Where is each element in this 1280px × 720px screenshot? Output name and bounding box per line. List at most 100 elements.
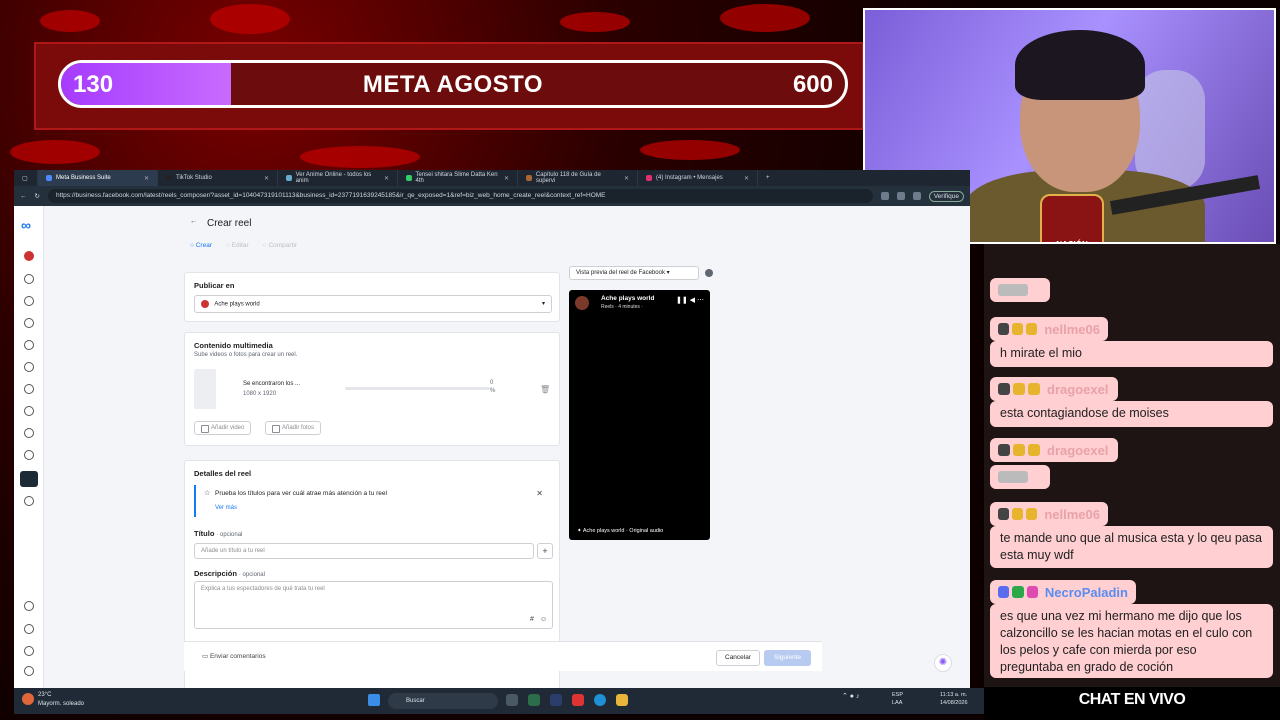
- file-explorer-icon[interactable]: [616, 694, 628, 706]
- next-button[interactable]: Siguiente: [764, 650, 812, 666]
- close-icon[interactable]: ✕: [536, 489, 543, 498]
- step-editar: ○ Editar: [226, 242, 249, 249]
- verify-button[interactable]: Verifique: [928, 190, 964, 202]
- star-icon: ☆: [204, 490, 211, 497]
- monetize-icon[interactable]: [24, 496, 34, 506]
- stepper: ○ Crear ○ Editar ○ Compartir: [190, 242, 297, 249]
- hashtag-icon[interactable]: #: [530, 616, 534, 623]
- chat-message: es que una vez mi hermano me dijo que lo…: [990, 604, 1273, 678]
- taskbar: 23°C Mayorm. soleado Buscar ⌃ ● ♪ ESP LA…: [14, 688, 984, 714]
- help-icon[interactable]: [24, 666, 34, 676]
- avatar[interactable]: [24, 251, 34, 261]
- extension-icon[interactable]: [896, 192, 905, 200]
- meta-logo-icon[interactable]: ∞: [21, 218, 37, 232]
- preview-account: Ache plays world: [601, 295, 655, 302]
- media-file-name: Se encontraron los ...: [243, 381, 301, 387]
- lang-bottom: LAA: [892, 700, 903, 706]
- assistant-icon[interactable]: ✺: [934, 654, 952, 672]
- preview-audio: ✦ Ache plays world · Original audio: [577, 528, 664, 534]
- back-icon[interactable]: ←: [20, 193, 27, 200]
- description-label-row: Descripción · opcional: [194, 569, 265, 578]
- upload-progress-pct: %: [490, 388, 496, 394]
- step-crear: ○ Crear: [190, 242, 212, 249]
- notifications-icon[interactable]: [24, 296, 34, 306]
- left-rail: ∞: [14, 206, 44, 688]
- account-select[interactable]: Ache plays world ▾: [194, 295, 552, 313]
- compass-icon[interactable]: [24, 318, 34, 328]
- media-app-icon[interactable]: [572, 694, 584, 706]
- preview-controls-icon[interactable]: ❚❚ ◀ ⋯: [676, 296, 704, 304]
- settings-icon[interactable]: [24, 646, 34, 656]
- edge-icon[interactable]: [594, 694, 606, 706]
- media-sub: Sube videos o fotos para crear un reel.: [194, 352, 298, 358]
- home-icon[interactable]: [24, 274, 34, 284]
- media-thumbnail: [194, 369, 216, 409]
- clock-time: 11:13 a. m.: [940, 692, 968, 698]
- tab-slime[interactable]: Tensei shitara Slime Datta Ken 4th ✕: [398, 170, 518, 186]
- preview-meta: Reels · 4 minutes ·: [601, 304, 643, 310]
- composer-footer: ▭ Enviar comentarios Cancelar Siguiente: [184, 641, 822, 671]
- step-compartir: ○ Compartir: [262, 242, 297, 249]
- cancel-button[interactable]: Cancelar: [716, 650, 761, 666]
- weather-temp: 23°C: [38, 692, 52, 698]
- windows-start-icon[interactable]: [368, 694, 380, 706]
- content-icon[interactable]: [24, 384, 34, 394]
- tray-icons[interactable]: ⌃ ● ♪: [842, 692, 859, 700]
- photoshop-icon[interactable]: [550, 694, 562, 706]
- tab-meta-business[interactable]: Meta Business Suite ✕: [38, 170, 158, 186]
- upload-progress-num: 0: [490, 380, 494, 386]
- upload-progress-bar: [345, 387, 490, 390]
- lang-top: ESP: [892, 692, 904, 698]
- trash-icon[interactable]: 🗑: [540, 385, 550, 394]
- title-label-row: Título · opcional: [194, 529, 243, 538]
- channel-logo: NACIÓNAKACHAN: [1040, 194, 1104, 242]
- taskbar-search[interactable]: Buscar: [388, 693, 498, 709]
- tab-actions-icon[interactable]: ▢: [14, 170, 38, 186]
- chat-message: h mirate el mio: [990, 341, 1273, 367]
- info-icon[interactable]: [705, 269, 713, 277]
- chat-message: esta contagiandose de moises: [990, 401, 1273, 427]
- see-more-link[interactable]: Ver más: [215, 505, 237, 511]
- title-input[interactable]: Añade un título a tu reel: [194, 543, 534, 559]
- weather-desc: Mayorm. soleado: [38, 701, 85, 707]
- add-photos-button[interactable]: Añadir fotos: [265, 421, 322, 435]
- search-icon[interactable]: [24, 624, 34, 634]
- url-field[interactable]: https://business.facebook.com/latest/ree…: [47, 189, 873, 203]
- feedback-link[interactable]: ▭ Enviar comentarios: [202, 652, 266, 660]
- posts-icon[interactable]: [24, 340, 34, 350]
- back-arrow-icon[interactable]: ←: [190, 218, 197, 225]
- menu-icon[interactable]: [20, 471, 38, 487]
- add-title-button[interactable]: +: [537, 543, 553, 559]
- chat-footer: CHAT EN VIVO: [984, 687, 1280, 720]
- insights-icon[interactable]: [24, 450, 34, 460]
- task-view-icon[interactable]: [506, 694, 518, 706]
- preview-avatar: [575, 296, 589, 310]
- calendar-icon[interactable]: [24, 406, 34, 416]
- media-card: Contenido multimedia Sube videos o fotos…: [184, 332, 560, 446]
- reload-icon[interactable]: ↻: [35, 192, 40, 200]
- tab-tiktok[interactable]: TikTok Studio ✕: [158, 170, 278, 186]
- description-input[interactable]: Explica a tus espectadores de qué trata …: [194, 581, 553, 629]
- page-title: Crear reel: [207, 218, 252, 229]
- tab-manga[interactable]: Capítulo 118 de Guía de supervi ✕: [518, 170, 638, 186]
- ads-icon[interactable]: [24, 428, 34, 438]
- app-icon[interactable]: [528, 694, 540, 706]
- download-icon[interactable]: [912, 192, 921, 200]
- chevron-down-icon: ▾: [541, 301, 545, 307]
- emoji-icon[interactable]: ☺: [540, 616, 547, 623]
- weather-icon: [22, 693, 34, 705]
- tip-text: Prueba los títulos para ver cuál atrae m…: [215, 490, 387, 497]
- goal-target: 600: [792, 71, 833, 98]
- media-label: Contenido multimedia: [194, 341, 273, 350]
- reel-composer-page: ∞ ← Crear reel ○ Crear ○ Editar ○ Compar…: [14, 206, 970, 688]
- inbox-icon[interactable]: [24, 362, 34, 372]
- tab-instagram[interactable]: (4) Instagram • Mensajes ✕: [638, 170, 758, 186]
- preview-selector[interactable]: Vista previa del reel de Facebook ▾: [569, 266, 699, 280]
- browser-window: ▢ Meta Business Suite ✕ TikTok Studio ✕ Ve…: [14, 170, 970, 688]
- new-tab-icon[interactable]: +: [758, 170, 778, 186]
- add-icon[interactable]: [24, 601, 34, 611]
- add-video-button[interactable]: Añadir video: [194, 421, 252, 435]
- chat-user-row: dragoexel: [990, 377, 1118, 401]
- bookmark-icon[interactable]: [880, 192, 889, 200]
- tab-anime[interactable]: Ver Anime Online - todos los anim ✕: [278, 170, 398, 186]
